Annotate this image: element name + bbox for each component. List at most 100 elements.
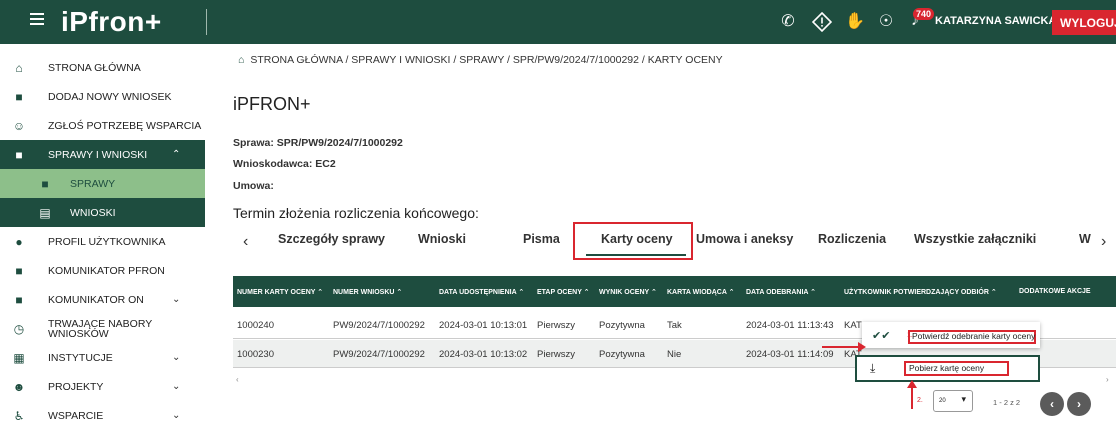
sidebar-item-label: WSPARCIE	[48, 409, 104, 422]
table-cell: Nie	[667, 349, 682, 360]
sidebar-item-label: KOMUNIKATOR ON	[48, 293, 144, 306]
table-cell: KAT	[844, 320, 862, 331]
tab-settlements[interactable]: Rozliczenia	[818, 232, 886, 246]
user-icon: ●	[15, 234, 23, 249]
user-name[interactable]: KATARZYNA SAWICKA	[935, 15, 1056, 27]
download-card-menu-item[interactable]: ⤓ Pobierz kartę oceny	[855, 355, 1040, 382]
sidebar-item-label: STRONA GŁÓWNA	[48, 61, 141, 74]
table-cell: Pierwszy	[537, 320, 576, 331]
person-voice-icon: ☺	[12, 118, 26, 133]
chevron-down-icon: ⌄	[172, 410, 181, 421]
sidebar-item-ongoing-calls[interactable]: ◷ TRWAJĄCE NABORY WNIOSKÓW	[0, 314, 205, 343]
warning-diamond-icon[interactable]	[811, 11, 833, 33]
tab-all-attachments[interactable]: Wszystkie załączniki	[914, 232, 1036, 246]
document-add-icon: ■	[15, 89, 23, 104]
sidebar-item-support-request[interactable]: ☺ ZGŁOŚ POTRZEBĘ WSPARCIA	[0, 111, 205, 140]
briefcase-icon: ■	[15, 147, 23, 162]
table-cell: 1000240	[237, 320, 274, 331]
notification-badge: 740	[913, 8, 935, 20]
table-cell: PW9/2024/7/1000292	[333, 320, 425, 331]
sidebar-item-new-application[interactable]: ■ DODAJ NOWY WNIOSEK	[0, 82, 205, 111]
sidebar-item-label: INSTYTUCJE	[48, 351, 113, 364]
sidebar-item-cases[interactable]: ■ SPRAWY	[0, 169, 205, 198]
annotation-arrow	[822, 346, 862, 348]
sidebar-item-on-messenger[interactable]: ■ KOMUNIKATOR ON ⌄	[0, 285, 205, 314]
table-cell: 1000230	[237, 349, 274, 360]
accessibility-icon: ♿	[13, 408, 25, 423]
chevron-up-icon: ⌃	[172, 149, 181, 160]
tab-case-details[interactable]: Szczegóły sprawy	[278, 232, 385, 246]
highlight-box	[573, 222, 693, 260]
annotation-arrow-head	[907, 380, 917, 388]
table-cell: Pozytywna	[599, 320, 645, 331]
pagination-info: 1 - 2 z 2	[993, 398, 1021, 407]
document-icon: ▤	[39, 205, 51, 220]
table-cell: PW9/2024/7/1000292	[333, 349, 425, 360]
sidebar-item-cases-and-applications[interactable]: ■ SPRAWY I WNIOSKI ⌃	[0, 140, 205, 169]
sidebar-item-institutions[interactable]: ▦ INSTYTUCJE ⌄	[0, 343, 205, 372]
confirm-receipt-menu-item[interactable]: ✔✔ 1. Potwierdź odebranie karty oceny	[862, 322, 1040, 348]
tab-letters[interactable]: Pisma	[523, 232, 560, 246]
previous-page-button[interactable]: ‹	[1040, 392, 1064, 416]
next-page-button[interactable]: ›	[1067, 392, 1091, 416]
final-settlement-deadline: Termin złożenia rozliczenia końcowego:	[233, 205, 479, 221]
annotation-arrow	[911, 385, 913, 409]
chat-icon: ■	[15, 292, 23, 307]
sidebar-item-label: TRWAJĄCE NABORY WNIOSKÓW	[48, 317, 153, 340]
sidebar-item-applications[interactable]: ▤ WNIOSKI	[0, 198, 205, 227]
sidebar-item-user-profile[interactable]: ● PROFIL UŻYTKOWNIKA	[0, 227, 205, 256]
column-header[interactable]: NUMER KARTY OCENY ⌃	[237, 288, 323, 296]
sidebar-item-label: PROJEKTY	[48, 380, 104, 393]
column-header[interactable]: ETAP OCENY ⌃	[537, 288, 590, 296]
sidebar-item-label: WNIOSKI	[70, 206, 116, 219]
column-header: DODATKOWE AKCJE	[1019, 288, 1091, 295]
hearing-icon[interactable]: ☉	[876, 12, 896, 32]
column-header[interactable]: DATA ODEBRANIA ⌃	[746, 288, 816, 296]
chevron-right-icon[interactable]: ›	[1101, 233, 1106, 251]
table-cell: Tak	[667, 320, 682, 331]
column-header[interactable]: WYNIK OCENY ⌃	[599, 288, 657, 296]
table-cell: 2024-03-01 11:14:09	[746, 349, 834, 360]
column-header[interactable]: KARTA WIODĄCA ⌃	[667, 288, 734, 296]
table-cell: Pozytywna	[599, 349, 645, 360]
sign-language-icon[interactable]: ✋	[845, 12, 865, 32]
sidebar-item-support[interactable]: ♿ WSPARCIE ⌄	[0, 401, 205, 430]
menu-item-label: Pobierz kartę oceny	[909, 363, 985, 373]
home-icon[interactable]: ⌂	[238, 54, 244, 66]
page-title: iPFRON+	[233, 94, 311, 114]
column-header[interactable]: UŻYTKOWNIK POTWIERDZAJĄCY ODBIÓR ⌃	[844, 288, 997, 296]
chevron-left-icon[interactable]: ‹	[243, 233, 248, 251]
menu-icon[interactable]	[30, 13, 44, 29]
page-size-select[interactable]: 20 ▾	[933, 390, 973, 412]
logout-button[interactable]: WYLOGUJ	[1052, 10, 1116, 35]
sidebar: ⌂ STRONA GŁÓWNA ■ DODAJ NOWY WNIOSEK ☺ Z…	[0, 44, 205, 427]
step-label: 2.	[917, 397, 923, 404]
tab-agreements[interactable]: Umowa i aneksy	[696, 232, 793, 246]
top-bar: iPfron+ ✆ ✋ ☉ ♪ 740 KATARZYNA SAWICKA WY…	[0, 0, 1116, 44]
chat-icon: ■	[15, 263, 23, 278]
table-cell: 2024-03-01 11:13:43	[746, 320, 834, 331]
sidebar-item-label: SPRAWY	[70, 177, 116, 190]
breadcrumb[interactable]: ⌂ STRONA GŁÓWNA / SPRAWY I WNIOSKI / SPRA…	[238, 54, 723, 66]
briefcase-icon: ■	[41, 176, 49, 191]
scroll-left-icon[interactable]: ‹	[236, 375, 239, 384]
sidebar-item-pfron-messenger[interactable]: ■ KOMUNIKATOR PFRON	[0, 256, 205, 285]
chevron-down-icon: ⌄	[172, 294, 181, 305]
tab-applications[interactable]: Wnioski	[418, 232, 466, 246]
agreement: Umowa:	[233, 180, 274, 192]
app-logo[interactable]: iPfron+	[61, 6, 162, 38]
tab-more[interactable]: W	[1079, 232, 1091, 246]
clock-icon: ◷	[13, 321, 25, 336]
column-header[interactable]: DATA UDOSTĘPNIENIA ⌃	[439, 288, 524, 296]
case-number: Sprawa: SPR/PW9/2024/7/1000292	[233, 137, 403, 149]
divider	[206, 9, 207, 35]
column-header[interactable]: NUMER WNIOSKU ⌃	[333, 288, 402, 296]
phone-icon[interactable]: ✆	[778, 12, 798, 32]
annotation-arrow-head	[858, 342, 866, 352]
sidebar-item-projects[interactable]: ☻ PROJEKTY ⌄	[0, 372, 205, 401]
building-icon: ▦	[13, 350, 25, 365]
scroll-right-icon[interactable]: ›	[1106, 375, 1109, 384]
sidebar-item-home[interactable]: ⌂ STRONA GŁÓWNA	[0, 53, 205, 82]
table-cell: Pierwszy	[537, 349, 576, 360]
breadcrumb-path[interactable]: STRONA GŁÓWNA / SPRAWY I WNIOSKI / SPRAW…	[250, 54, 722, 66]
